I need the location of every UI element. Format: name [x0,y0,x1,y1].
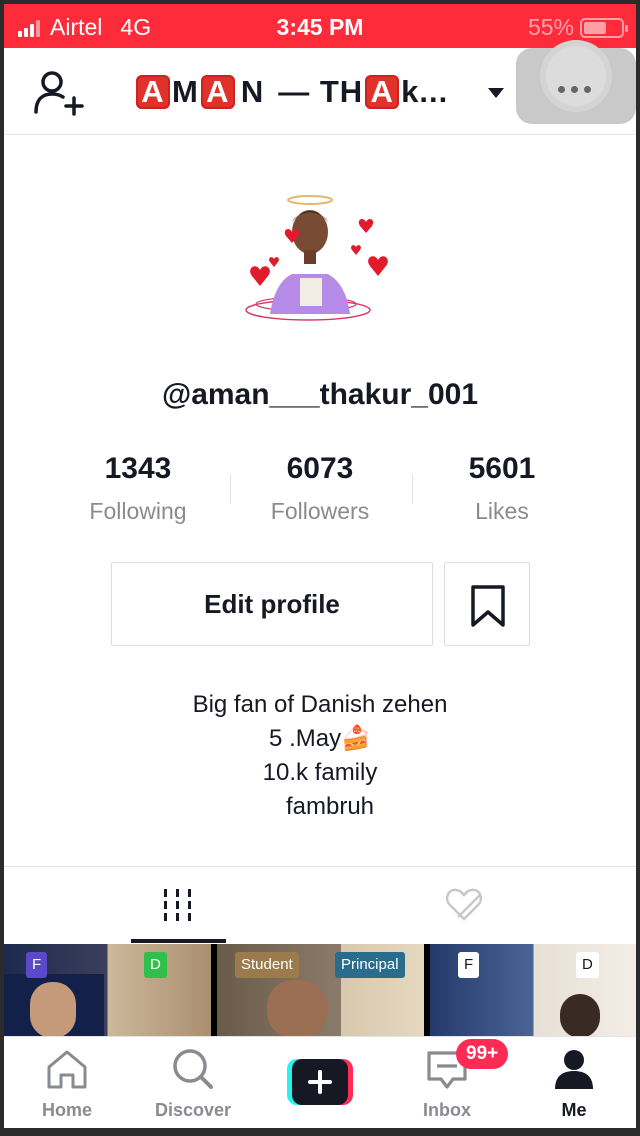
bio-line: Big fan of Danish zehen [192,691,448,718]
followers-label: Followers [270,498,370,524]
title-part: k... [401,74,449,109]
profile-tabs [4,866,636,945]
video-label: D [576,952,599,978]
video-label: Principal [335,952,405,978]
title-part: — TH [278,74,364,109]
bio-line: 5 .May🍰 [269,725,371,752]
video-label: F [458,952,480,978]
likes-stat[interactable]: 5601 Likes [412,452,592,525]
nav-home[interactable]: Home [12,1047,122,1121]
nav-label: Inbox [423,1100,471,1120]
likes-label: Likes [475,498,529,524]
battery-percent: 55% [527,14,574,40]
title-part: A [200,75,235,109]
following-count: 1343 [104,452,172,485]
username-handle: @aman___thakur_001 [161,378,479,411]
following-stat[interactable]: 1343 Following [48,452,228,525]
bookmark-icon [471,585,505,627]
likes-count: 5601 [468,452,536,485]
nav-label: Home [41,1100,92,1120]
phone-screen: Airtel 4G 3:45 PM 55% A M A N — TH A k..… [4,4,636,1128]
bio-line: 10.k family [262,759,378,786]
inbox-badge: 99+ [456,1039,509,1069]
following-label: Following [89,498,187,524]
nav-discover[interactable]: Discover [138,1047,248,1121]
video-thumbnail[interactable]: F D [4,944,211,1038]
followers-stat[interactable]: 6073 Followers [230,452,410,525]
video-thumbnail[interactable]: Student Principal [217,944,424,1038]
battery-group: 55% [527,14,628,41]
account-title[interactable]: A M A N — TH A k... [134,74,448,110]
bottom-navigation: Home Discover Inbox 99+ Me [4,1036,636,1128]
profile-avatar[interactable] [230,192,390,332]
nav-label: Me [561,1100,587,1120]
grid-icon[interactable] [160,887,196,923]
home-icon [47,1050,87,1089]
ellipsis-icon [558,86,591,93]
add-user-icon[interactable] [32,70,86,116]
title-part: A [365,75,400,109]
nav-label: Discover [154,1100,232,1120]
video-thumbnail[interactable]: F D [430,944,636,1038]
video-label: Student [235,952,299,978]
active-tab-indicator [131,939,226,943]
account-switch-caret-icon[interactable] [488,88,504,98]
followers-count: 6073 [286,452,354,485]
title-part: A [136,75,170,109]
liked-hidden-icon[interactable] [444,887,486,923]
profile-bio: Big fan of Danish zehen 5 .May🍰 10.k fam… [4,688,636,824]
title-part: M [172,74,199,109]
edit-profile-button[interactable]: Edit profile [111,562,433,646]
favorites-button[interactable] [444,562,530,646]
more-options-button[interactable] [516,46,636,124]
nav-me[interactable]: Me [519,1047,629,1121]
video-grid: F D Student Principal F D [4,944,636,1038]
video-label: D [144,952,167,978]
assistive-touch-ring [546,46,606,106]
status-bar: Airtel 4G 3:45 PM 55% [4,4,636,48]
video-label: F [26,952,48,978]
profile-header: A M A N — TH A k... [4,46,636,135]
title-part: N [240,74,265,109]
bio-line: fambruh [265,793,375,820]
profile-icon [555,1050,593,1089]
battery-icon [580,17,628,38]
create-video-button[interactable] [287,1059,353,1105]
search-icon [173,1049,213,1089]
